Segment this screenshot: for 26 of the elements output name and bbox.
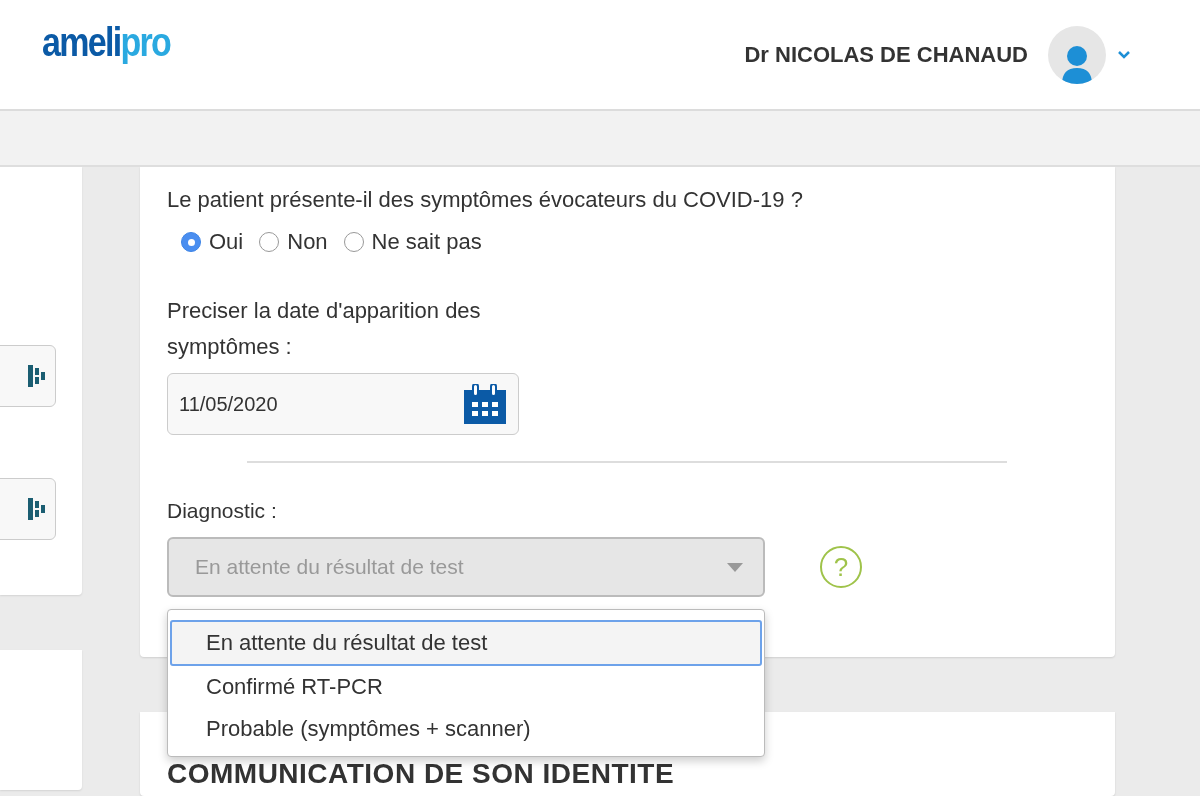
radio-label: Ne sait pas — [371, 229, 482, 255]
date-input[interactable]: 11/05/2020 — [177, 391, 431, 417]
date-label: Preciser la date d'apparition des symptômes : — [167, 297, 482, 361]
chevron-down-icon[interactable] — [1118, 50, 1130, 59]
caret-icon — [727, 562, 743, 572]
radio-button[interactable] — [181, 232, 201, 252]
dropdown-option[interactable]: En attente du résultat de test — [170, 620, 762, 666]
side-button[interactable] — [0, 478, 56, 540]
section-title: COMMUNICATION DE SON IDENTITE — [167, 758, 676, 790]
radio-button[interactable] — [343, 232, 364, 252]
radio-label: Non — [287, 229, 328, 255]
user-name: Dr NICOLAS DE CHANAUD — [744, 41, 1028, 68]
question-text: Le patient présente-il des symptômes évocateurs du COVID-19 ? — [167, 187, 804, 213]
person-icon — [1060, 43, 1094, 84]
panel-icon — [27, 364, 47, 388]
calendar-icon[interactable] — [464, 384, 506, 424]
radio-option[interactable]: Ne sait pas — [343, 229, 482, 255]
radio-label: Oui — [209, 229, 244, 255]
radio-button[interactable] — [259, 232, 280, 252]
radio-option[interactable]: Non — [259, 229, 328, 255]
side-button[interactable] — [0, 345, 56, 407]
diagnostic-label: Diagnostic : — [167, 499, 278, 523]
logo[interactable]: amelipro — [42, 20, 171, 65]
date-field[interactable]: 11/05/2020 — [167, 373, 519, 435]
radio-option[interactable]: Oui — [181, 229, 244, 255]
panel-icon — [27, 497, 47, 521]
